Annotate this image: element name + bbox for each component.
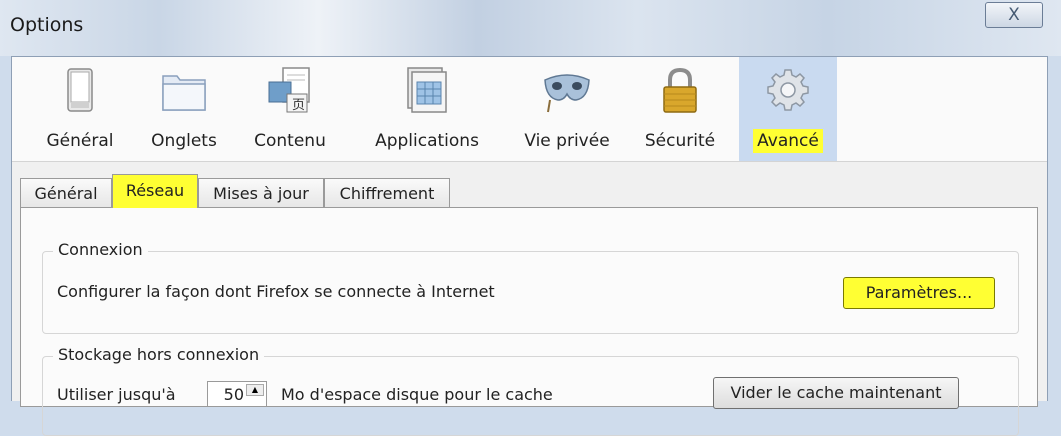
offline-storage-group: Stockage hors connexion Utiliser jusqu'à…: [42, 345, 1019, 436]
connexion-description: Configurer la façon dont Firefox se conn…: [57, 282, 495, 301]
tab-updates[interactable]: Mises à jour: [198, 178, 324, 208]
toolbar-content[interactable]: 页 Contenu: [240, 57, 340, 161]
cache-limit-prefix: Utiliser jusqu'à: [57, 385, 176, 404]
tab-encryption[interactable]: Chiffrement: [324, 178, 450, 208]
applications-icon: [407, 67, 447, 113]
options-window: Général Onglets 页 Contenu Applications V…: [11, 56, 1048, 436]
toolbar-label: Avancé: [739, 129, 837, 153]
gear-icon: [767, 69, 809, 111]
mask-icon: [544, 74, 590, 113]
tabs-icon: [162, 75, 206, 111]
toolbar-label: Sécurité: [644, 131, 716, 151]
toolbar-privacy[interactable]: Vie privée: [510, 57, 624, 161]
title-bar: Options X: [0, 0, 1061, 56]
toolbar-security[interactable]: Sécurité: [632, 57, 728, 161]
toolbar-label: Contenu: [254, 131, 326, 151]
cache-limit-suffix: Mo d'espace disque pour le cache: [281, 385, 553, 404]
preferences-toolbar: Général Onglets 页 Contenu Applications V…: [12, 57, 1047, 162]
toolbar-label: Vie privée: [524, 131, 610, 151]
settings-button[interactable]: Paramètres...: [843, 277, 995, 309]
toolbar-applications[interactable]: Applications: [352, 57, 502, 161]
switch-icon: [67, 68, 93, 112]
tab-panel: Connexion Configurer la façon dont Firef…: [20, 207, 1038, 436]
window-title: Options: [10, 14, 84, 36]
tab-general[interactable]: Général: [20, 178, 112, 208]
toolbar-tabs[interactable]: Onglets: [136, 57, 232, 161]
tab-network[interactable]: Réseau: [112, 174, 198, 208]
toolbar-label: Applications: [375, 131, 479, 151]
svg-text:页: 页: [292, 98, 305, 113]
toolbar-advanced[interactable]: Avancé: [739, 57, 837, 161]
close-button[interactable]: X: [985, 2, 1043, 28]
connexion-title: Connexion: [53, 240, 148, 259]
connexion-group: Connexion Configurer la façon dont Firef…: [42, 240, 1019, 334]
toolbar-label: Onglets: [151, 131, 217, 151]
cache-size-value: 50: [223, 385, 244, 404]
close-icon: X: [1008, 5, 1020, 25]
content-icon: 页: [268, 67, 310, 113]
offline-storage-title: Stockage hors connexion: [53, 345, 265, 364]
clear-cache-button[interactable]: Vider le cache maintenant: [713, 377, 959, 409]
cache-size-spinner[interactable]: 50 ▲: [207, 381, 267, 407]
toolbar-general[interactable]: Général: [32, 57, 128, 161]
padlock-icon: [663, 67, 697, 113]
spin-up-icon[interactable]: ▲: [246, 384, 264, 396]
toolbar-label: Général: [46, 131, 114, 151]
